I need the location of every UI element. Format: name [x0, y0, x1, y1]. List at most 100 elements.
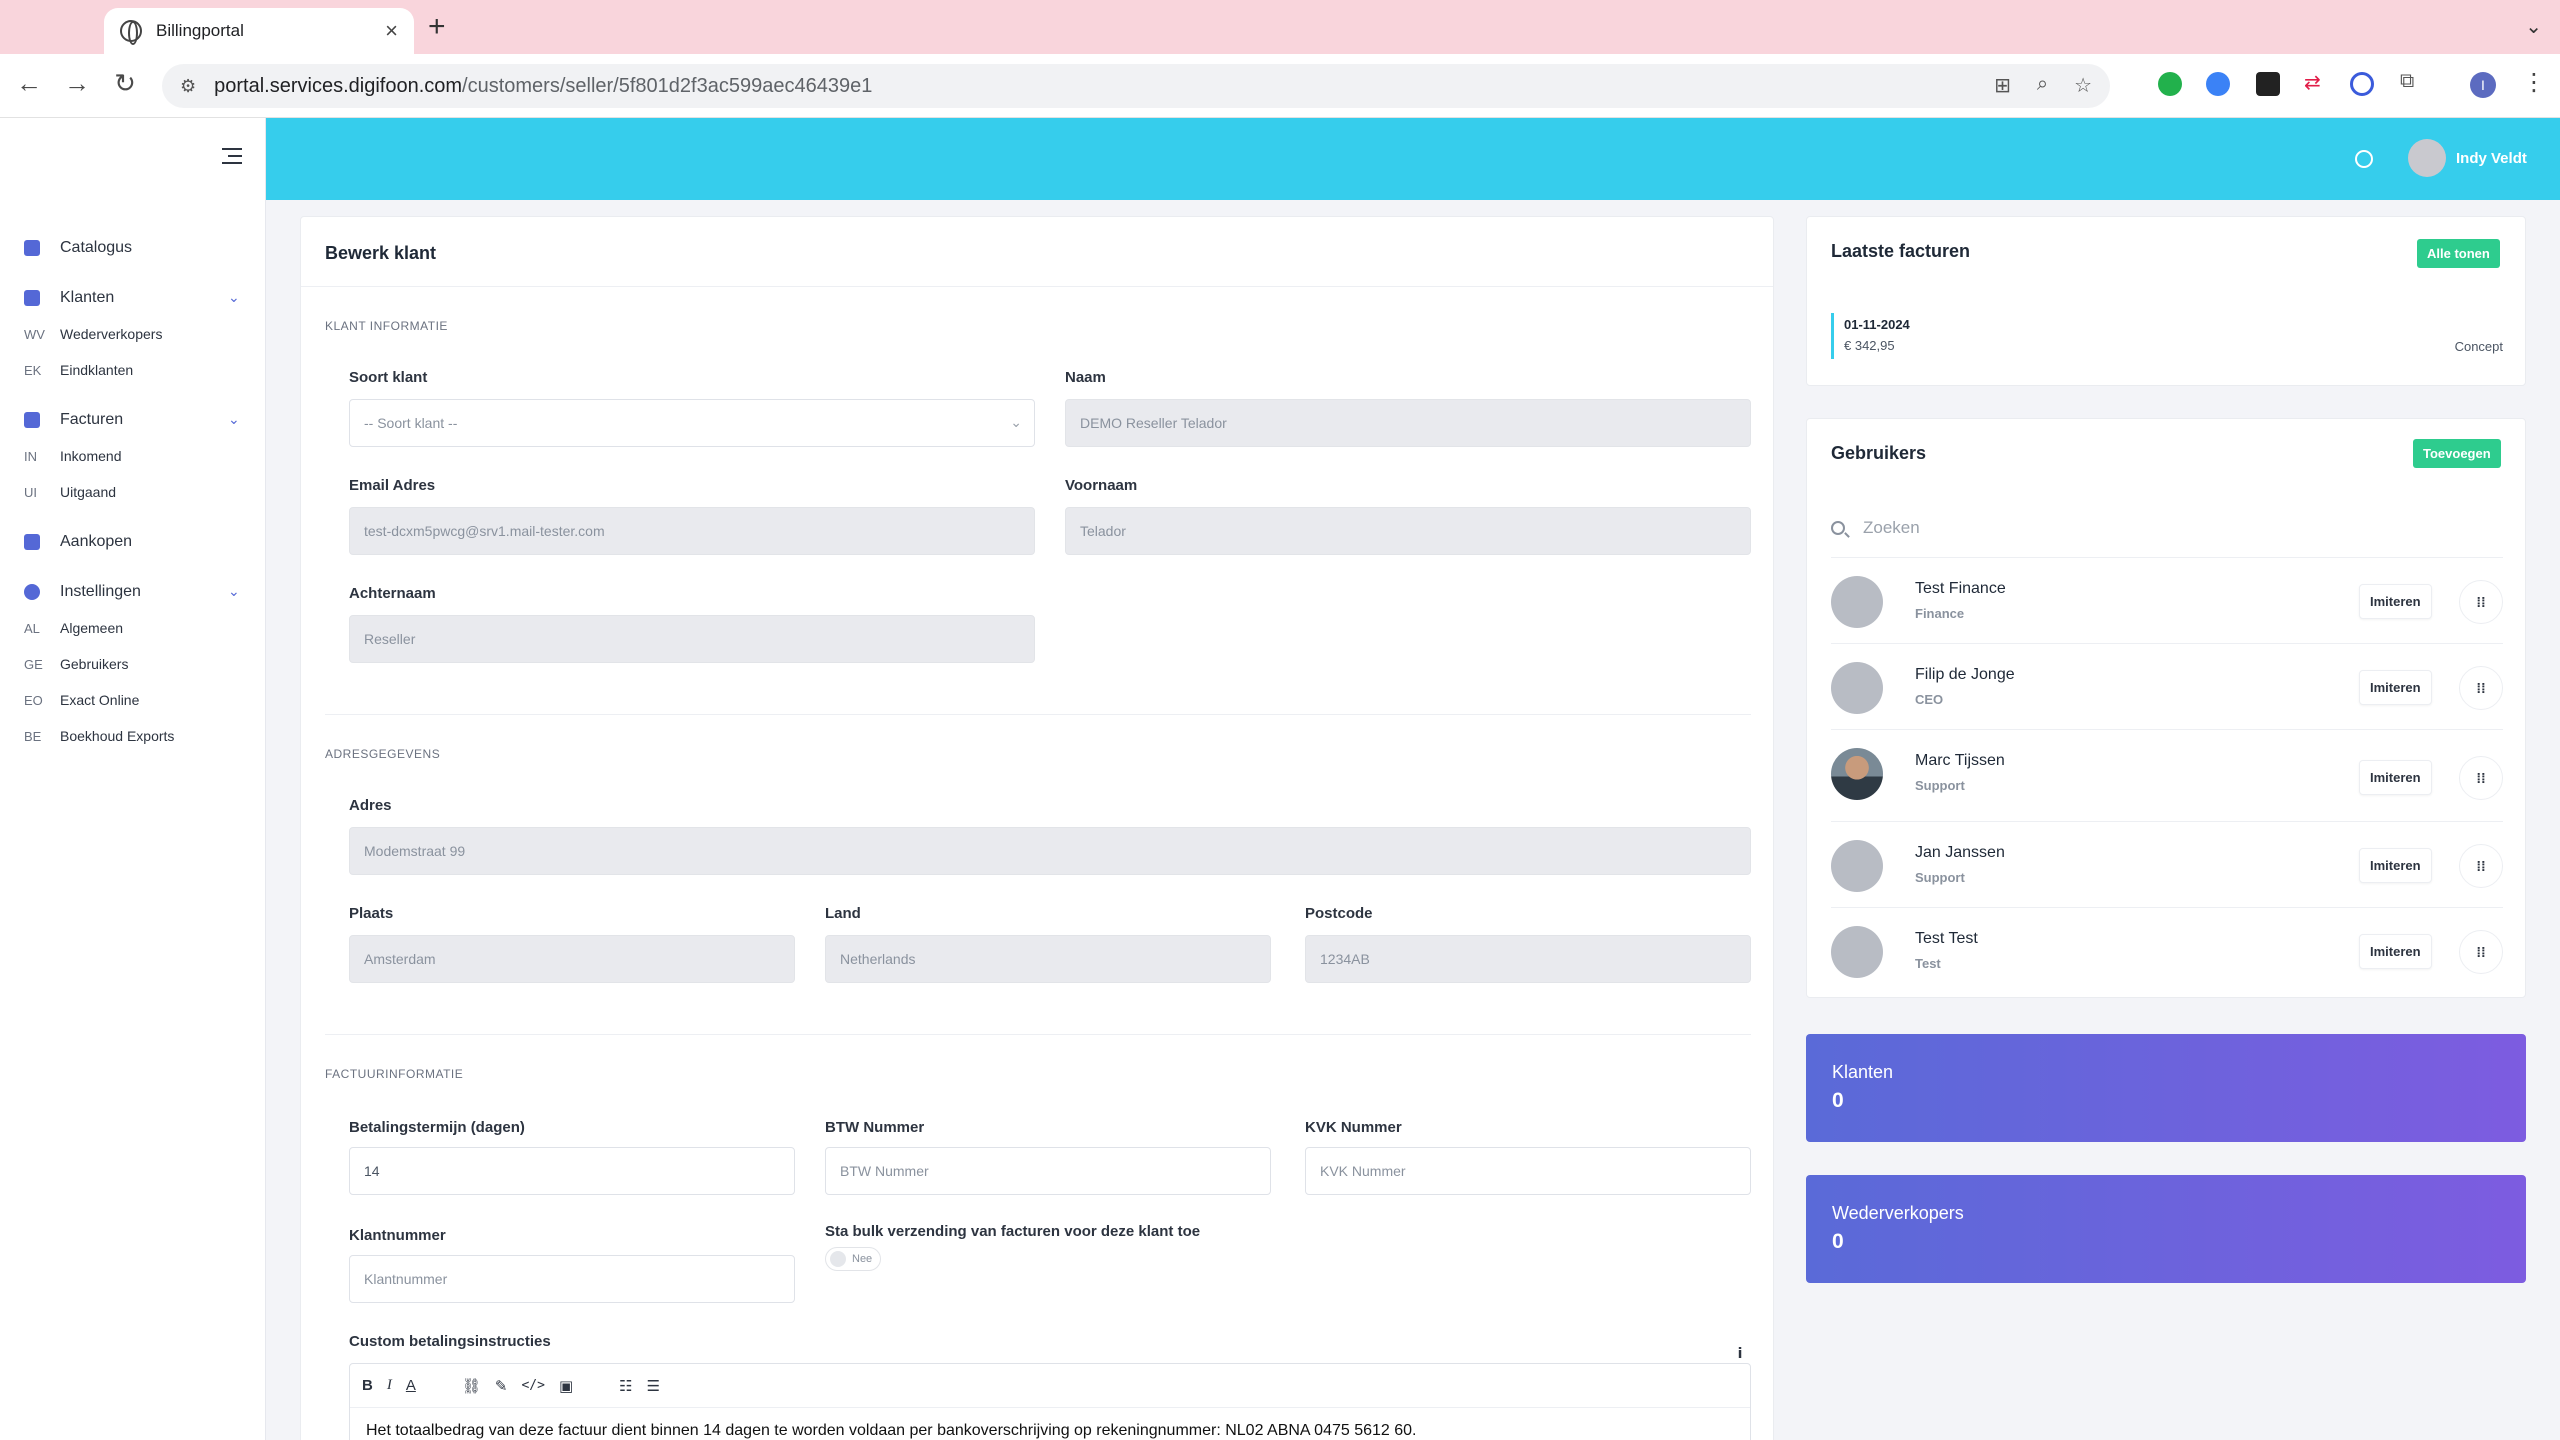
land-field[interactable]: Netherlands	[825, 935, 1271, 983]
sidebar-item-instellingen[interactable]: Instellingen ⌄	[0, 574, 266, 610]
sidebar-subitem-inkomend[interactable]: IN Inkomend	[0, 438, 266, 474]
sidebar-item-label: Facturen	[60, 411, 124, 428]
italic-icon[interactable]: I	[387, 1377, 392, 1394]
bulk-label: Sta bulk verzending van facturen voor de…	[825, 1223, 1201, 1240]
back-icon[interactable]: ←	[12, 68, 46, 99]
add-user-button[interactable]: Toevoegen	[2413, 439, 2501, 468]
translate-icon[interactable]: ⊞	[1994, 73, 2011, 98]
reload-icon[interactable]: ↻	[108, 68, 142, 99]
sidebar-nav: Catalogus Klanten ⌄ WV Wederverkopers EK…	[0, 230, 266, 754]
user-actions-icon[interactable]: ⁞⁞	[2459, 666, 2503, 710]
voornaam-field[interactable]: Telador	[1065, 507, 1751, 555]
user-actions-icon[interactable]: ⁞⁞	[2459, 844, 2503, 888]
chevron-down-icon[interactable]: ⌄	[228, 411, 240, 428]
klantnummer-field[interactable]: Klantnummer	[349, 1255, 795, 1303]
adres-label: Adres	[349, 797, 392, 814]
sidebar-subitem-label: Boekhoud Exports	[60, 728, 175, 744]
naam-field[interactable]: DEMO Reseller Telador	[1065, 399, 1751, 447]
impersonate-button[interactable]: Imiteren	[2359, 670, 2432, 705]
invoice-item[interactable]: 01-11-2024 € 342,95 Concept	[1831, 313, 2503, 359]
avatar	[1831, 926, 1883, 978]
sidebar-item-label: Catalogus	[60, 239, 133, 256]
browser-tab[interactable]: Billingportal ×	[104, 8, 414, 54]
sidebar-subitem-eindklanten[interactable]: EK Eindklanten	[0, 352, 266, 388]
sync-extension-icon[interactable]: ⇄	[2304, 70, 2321, 95]
whatsapp-extension-icon[interactable]	[2158, 72, 2182, 96]
kvk-field[interactable]: KVK Nummer	[1305, 1147, 1751, 1195]
show-all-button[interactable]: Alle tonen	[2417, 239, 2500, 268]
adres-field[interactable]: Modemstraat 99	[349, 827, 1751, 875]
user-name: Filip de Jonge	[1915, 666, 2015, 683]
sidebar-item-klanten[interactable]: Klanten ⌄	[0, 280, 266, 316]
soort-klant-select[interactable]: -- Soort klant -- ⌄	[349, 399, 1035, 447]
achternaam-field[interactable]: Reseller	[349, 615, 1035, 663]
sidebar-subitem-wederverkopers[interactable]: WV Wederverkopers	[0, 316, 266, 352]
image-icon[interactable]: ▣	[559, 1377, 573, 1395]
zoom-icon[interactable]: ⌕	[2037, 73, 2048, 98]
impersonate-button[interactable]: Imiteren	[2359, 934, 2432, 969]
btw-field[interactable]: BTW Nummer	[825, 1147, 1271, 1195]
ordered-list-icon[interactable]: ☷	[619, 1377, 632, 1395]
chrome-extension-icon[interactable]	[2206, 72, 2230, 96]
sidebar-subitem-boekhoud-exports[interactable]: BE Boekhoud Exports	[0, 718, 266, 754]
password-extension-icon[interactable]	[2350, 72, 2374, 96]
language-globe-icon[interactable]	[2355, 150, 2373, 168]
sidebar-subitem-abbr: BE	[24, 728, 42, 744]
user-row: Jan Janssen Support Imiteren ⁞⁞	[1831, 821, 2503, 907]
sidebar-item-catalogus[interactable]: Catalogus	[0, 230, 266, 266]
code-icon[interactable]: </>	[521, 1378, 544, 1393]
soort-klant-value: -- Soort klant --	[364, 415, 458, 431]
url-text[interactable]: portal.services.digifoon.com/customers/s…	[214, 75, 872, 98]
chevron-down-icon[interactable]: ⌄	[228, 289, 240, 306]
user-actions-icon[interactable]: ⁞⁞	[2459, 756, 2503, 800]
close-icon[interactable]: ×	[385, 18, 398, 44]
user-row: Test Test Test Imiteren ⁞⁞	[1831, 907, 2503, 993]
forward-icon[interactable]: →	[60, 68, 94, 99]
user-row: Filip de Jonge CEO Imiteren ⁞⁞	[1831, 643, 2503, 729]
sidebar-item-aankopen[interactable]: Aankopen	[0, 524, 266, 560]
user-name[interactable]: Indy Veldt	[2456, 150, 2527, 167]
star-icon[interactable]: ☆	[2074, 73, 2092, 98]
sidebar-subitem-abbr: EK	[24, 362, 42, 378]
extensions-puzzle-icon[interactable]: ⧉	[2400, 70, 2414, 93]
site-settings-icon[interactable]: ⚙	[180, 76, 196, 97]
highlight-icon[interactable]: ✎	[495, 1377, 508, 1395]
text-color-icon[interactable]: A	[406, 1377, 416, 1394]
sidebar-subitem-uitgaand[interactable]: UI Uitgaand	[0, 474, 266, 510]
user-actions-icon[interactable]: ⁞⁞	[2459, 580, 2503, 624]
email-field[interactable]: test-dcxm5pwcg@srv1.mail-tester.com	[349, 507, 1035, 555]
user-avatar[interactable]	[2408, 139, 2446, 177]
menu-toggle-icon[interactable]	[222, 148, 242, 169]
rich-text-editor[interactable]: B I A ⛓ ✎ </> ▣ ☷ ☰ Het totaalbedrag van…	[349, 1363, 1751, 1440]
editor-content[interactable]: Het totaalbedrag van deze factuur dient …	[350, 1408, 1750, 1440]
bold-icon[interactable]: B	[362, 1377, 373, 1394]
betalingstermijn-field[interactable]: 14	[349, 1147, 795, 1195]
plaats-label: Plaats	[349, 905, 394, 922]
impersonate-button[interactable]: Imiteren	[2359, 760, 2432, 795]
invoices-icon	[24, 412, 40, 428]
sidebar-subitem-gebruikers[interactable]: GE Gebruikers	[0, 646, 266, 682]
sidebar-subitem-exact-online[interactable]: EO Exact Online	[0, 682, 266, 718]
plaats-field[interactable]: Amsterdam	[349, 935, 795, 983]
info-icon[interactable]: ⅰ	[1731, 1345, 1749, 1363]
new-tab-button[interactable]: +	[428, 10, 446, 44]
chevron-down-icon[interactable]: ⌄	[228, 583, 240, 600]
search-input[interactable]: Zoeken	[1863, 518, 1920, 538]
link-icon[interactable]: ⛓	[462, 1377, 481, 1395]
address-bar[interactable]: ⚙ portal.services.digifoon.com/customers…	[162, 64, 2110, 108]
sidebar-item-facturen[interactable]: Facturen ⌄	[0, 402, 266, 438]
profile-avatar[interactable]: I	[2470, 72, 2496, 98]
impersonate-button[interactable]: Imiteren	[2359, 848, 2432, 883]
naam-label: Naam	[1065, 369, 1106, 386]
sidebar-subitem-algemeen[interactable]: AL Algemeen	[0, 610, 266, 646]
impersonate-button[interactable]: Imiteren	[2359, 584, 2432, 619]
user-role: Support	[1915, 778, 1965, 793]
browser-menu-icon[interactable]: ⋮	[2522, 68, 2546, 97]
user-actions-icon[interactable]: ⁞⁞	[2459, 930, 2503, 974]
chevron-down-icon[interactable]: ⌄	[2525, 14, 2542, 39]
postcode-field[interactable]: 1234AB	[1305, 935, 1751, 983]
unordered-list-icon[interactable]: ☰	[647, 1377, 660, 1395]
bulk-toggle[interactable]: Nee	[825, 1247, 881, 1271]
pen-extension-icon[interactable]	[2256, 72, 2280, 96]
user-search[interactable]: Zoeken	[1831, 507, 2503, 549]
